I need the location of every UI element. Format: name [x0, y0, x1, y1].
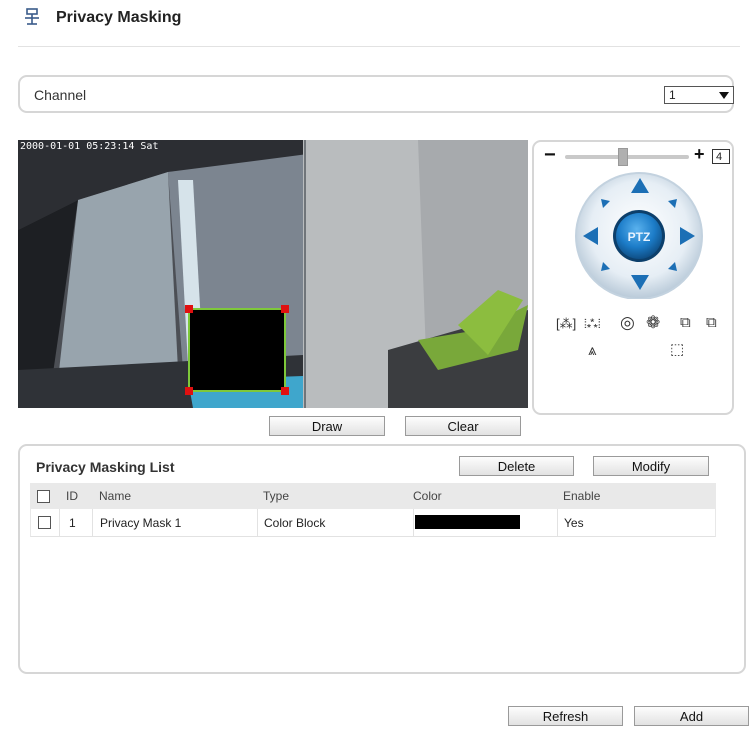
zoom-out-button[interactable]: − — [544, 144, 556, 167]
modify-button[interactable]: Modify — [593, 456, 709, 476]
ptz-up-right-button[interactable] — [668, 199, 678, 209]
col-id: ID — [66, 489, 78, 503]
zoom-tele-icon[interactable]: [⁂] — [556, 316, 576, 332]
window-copy-icon[interactable]: ⧉ — [706, 314, 717, 331]
privacy-mask-region[interactable] — [185, 305, 289, 395]
zoom-in-button[interactable]: + — [694, 144, 705, 165]
auto-focus-icon[interactable]: ⩓ — [588, 342, 596, 359]
channel-bar: Channel 1 — [18, 75, 734, 113]
window-restore-icon[interactable]: ⧉ — [680, 314, 691, 331]
focus-near-icon[interactable]: ◎ — [620, 313, 635, 333]
delete-button[interactable]: Delete — [459, 456, 574, 476]
header-divider — [18, 46, 740, 47]
ptz-down-left-button[interactable] — [601, 262, 611, 272]
row-enable: Yes — [564, 516, 584, 530]
resize-handle-bottom-left[interactable] — [185, 387, 193, 395]
ptz-panel: − + 4 PTZ [⁂] ⦙⁂⦙ ◎ ❁ ⧉ ⧉ ⩓ ⬚ — [532, 140, 734, 415]
select-all-checkbox[interactable] — [37, 490, 50, 503]
ptz-up-left-button[interactable] — [601, 199, 611, 209]
ptz-right-button[interactable] — [680, 226, 696, 246]
add-button[interactable]: Add — [634, 706, 749, 726]
row-name: Privacy Mask 1 — [100, 516, 182, 530]
page-title: Privacy Masking — [56, 9, 182, 26]
iris-icon[interactable]: ❁ — [646, 313, 660, 333]
col-type: Type — [263, 489, 290, 503]
draw-button[interactable]: Draw — [269, 416, 385, 436]
table-row[interactable]: 1 Privacy Mask 1 Color Block Yes — [30, 509, 716, 537]
ptz-center-label: PTZ — [628, 230, 651, 244]
video-preview[interactable]: 2000-01-01 05:23:14 Sat — [18, 140, 528, 408]
col-enable: Enable — [563, 489, 601, 503]
mask-table: ID Name Type Color Enable 1 Privacy Mask… — [30, 483, 716, 537]
ptz-left-button[interactable] — [583, 226, 599, 246]
ptz-down-button[interactable] — [630, 275, 650, 291]
row-color-swatch — [415, 515, 520, 529]
zoom-slider-thumb[interactable] — [618, 148, 628, 166]
channel-label: Channel — [34, 87, 87, 103]
privacy-camera-icon — [25, 8, 39, 25]
row-checkbox[interactable] — [38, 516, 51, 529]
ptz-up-button[interactable] — [630, 178, 650, 194]
privacy-masking-list-panel: Privacy Masking List Delete Modify ID Na… — [18, 444, 746, 674]
resize-handle-bottom-right[interactable] — [281, 387, 289, 395]
channel-select-value: 1 — [669, 88, 676, 102]
chevron-down-icon — [719, 92, 729, 99]
resize-handle-top-right[interactable] — [281, 305, 289, 313]
refresh-button[interactable]: Refresh — [508, 706, 623, 726]
col-color: Color — [413, 489, 442, 503]
zoom-value-input[interactable]: 4 — [712, 149, 730, 164]
video-timestamp: 2000-01-01 05:23:14 Sat — [20, 141, 159, 152]
row-type: Color Block — [264, 516, 326, 530]
resize-handle-top-left[interactable] — [185, 305, 193, 313]
zoom-wide-icon[interactable]: ⦙⁂⦙ — [584, 316, 601, 332]
ptz-down-right-button[interactable] — [668, 262, 678, 272]
col-name: Name — [99, 489, 132, 503]
table-header: ID Name Type Color Enable — [30, 483, 716, 509]
region-select-icon[interactable]: ⬚ — [670, 340, 684, 358]
row-id: 1 — [69, 516, 76, 530]
list-title: Privacy Masking List — [36, 459, 175, 475]
clear-button[interactable]: Clear — [405, 416, 521, 436]
channel-select[interactable]: 1 — [664, 86, 734, 104]
